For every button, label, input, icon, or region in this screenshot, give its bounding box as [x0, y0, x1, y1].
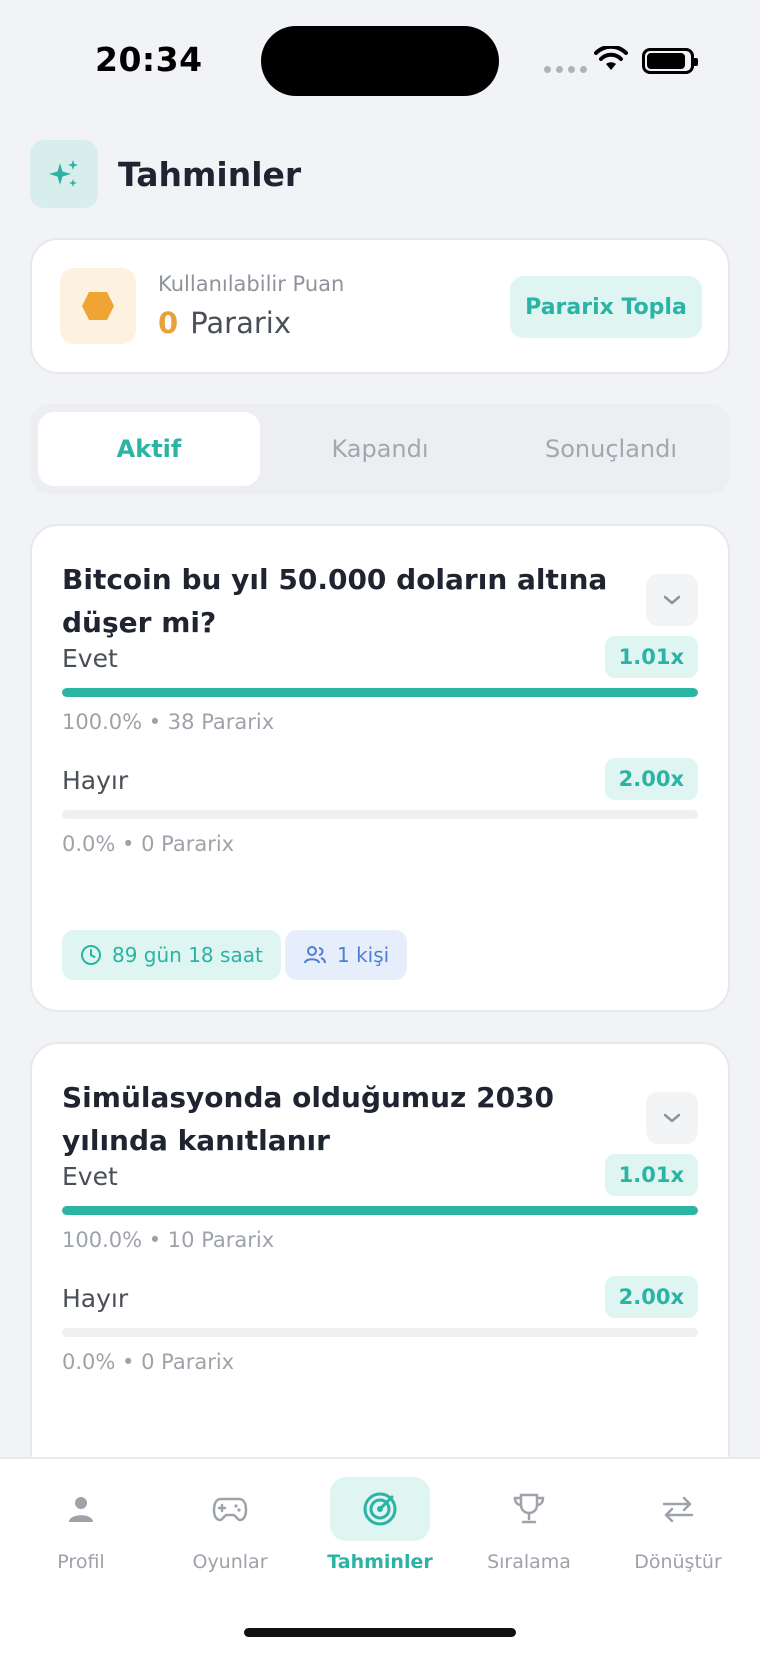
option-yes-bar — [62, 1206, 698, 1215]
option-yes-bar — [62, 688, 698, 697]
option-yes-multiplier: 1.01x — [604, 1154, 698, 1196]
option-yes-stats: 100.0% • 10 Pararix — [62, 1228, 275, 1252]
option-yes-label[interactable]: Evet — [62, 644, 118, 673]
person-icon — [31, 1477, 131, 1541]
option-no-multiplier: 2.00x — [604, 1276, 698, 1318]
prediction-question: Simülasyonda olduğumuz 2030 yılında kanı… — [62, 1081, 555, 1157]
nav-label: Tahminler — [327, 1551, 433, 1573]
option-no-stats: 0.0% • 0 Pararix — [62, 832, 235, 856]
nav-item-games[interactable]: Oyunlar — [170, 1477, 290, 1581]
option-no-bar — [62, 810, 698, 819]
points-number: 0 — [158, 306, 179, 340]
swap-arrows-icon — [628, 1477, 728, 1541]
option-yes-bar-fill — [62, 688, 698, 697]
target-icon — [330, 1477, 430, 1541]
prediction-card: Bitcoin bu yıl 50.000 doların altına düş… — [30, 524, 730, 1012]
nav-item-profile[interactable]: Profil — [21, 1477, 141, 1581]
users-icon — [304, 946, 326, 964]
option-yes-label[interactable]: Evet — [62, 1162, 118, 1191]
home-indicator[interactable] — [244, 1628, 516, 1637]
bottom-navigation: Profil Oyunlar Tahminler Sıralama Dönüşt… — [0, 1457, 760, 1653]
option-no-bar — [62, 1328, 698, 1337]
option-yes-stats: 100.0% • 38 Pararix — [62, 710, 275, 734]
option-no-label[interactable]: Hayır — [62, 766, 128, 795]
clock-icon — [81, 945, 101, 965]
status-time: 20:34 — [95, 40, 203, 79]
tab-resolved[interactable]: Sonuçlandı — [500, 412, 722, 486]
chevron-down-icon — [663, 595, 681, 605]
prediction-question: Bitcoin bu yıl 50.000 doların altına düş… — [62, 563, 608, 639]
participants-text: 1 kişi — [337, 943, 390, 967]
gamepad-icon — [180, 1477, 280, 1541]
nav-item-ranking[interactable]: Sıralama — [469, 1477, 589, 1581]
wifi-icon — [594, 46, 628, 70]
nav-label: Dönüştür — [634, 1551, 722, 1573]
chevron-down-icon — [663, 1113, 681, 1123]
cellular-signal-icon — [544, 66, 587, 73]
battery-icon — [642, 48, 698, 74]
nav-item-convert[interactable]: Dönüştür — [618, 1477, 738, 1581]
points-value: 0 Pararix — [158, 306, 291, 340]
status-tabs: Aktif Kapandı Sonuçlandı — [30, 404, 730, 494]
prediction-card: Simülasyonda olduğumuz 2030 yılında kanı… — [30, 1042, 730, 1522]
page-header: Tahminler — [30, 140, 301, 208]
hexagon-coin-icon — [60, 268, 136, 344]
collect-pararix-button[interactable]: Pararix Topla — [510, 276, 702, 338]
expand-button[interactable] — [646, 1092, 698, 1144]
option-no-stats: 0.0% • 0 Pararix — [62, 1350, 235, 1374]
points-unit: Pararix — [190, 306, 291, 340]
points-label: Kullanılabilir Puan — [158, 272, 345, 296]
points-card: Kullanılabilir Puan 0 Pararix Pararix Top… — [30, 238, 730, 374]
nav-label: Oyunlar — [192, 1551, 268, 1573]
status-bar: 20:34 — [0, 0, 760, 125]
page-title: Tahminler — [118, 154, 302, 194]
tab-closed[interactable]: Kapandı — [269, 412, 491, 486]
nav-item-predictions[interactable]: Tahminler — [320, 1477, 440, 1581]
time-left-badge: 89 gün 18 saat — [62, 930, 281, 980]
trophy-icon — [479, 1477, 579, 1541]
participants-badge: 1 kişi — [285, 930, 408, 980]
time-left-text: 89 gün 18 saat — [112, 943, 263, 967]
nav-label: Sıralama — [487, 1551, 571, 1573]
dynamic-island — [261, 26, 499, 96]
sparkles-icon — [30, 140, 98, 208]
option-no-multiplier: 2.00x — [604, 758, 698, 800]
nav-label: Profil — [57, 1551, 105, 1573]
expand-button[interactable] — [646, 574, 698, 626]
tab-active[interactable]: Aktif — [38, 412, 260, 486]
option-no-label[interactable]: Hayır — [62, 1284, 128, 1313]
option-yes-multiplier: 1.01x — [604, 636, 698, 678]
option-yes-bar-fill — [62, 1206, 698, 1215]
